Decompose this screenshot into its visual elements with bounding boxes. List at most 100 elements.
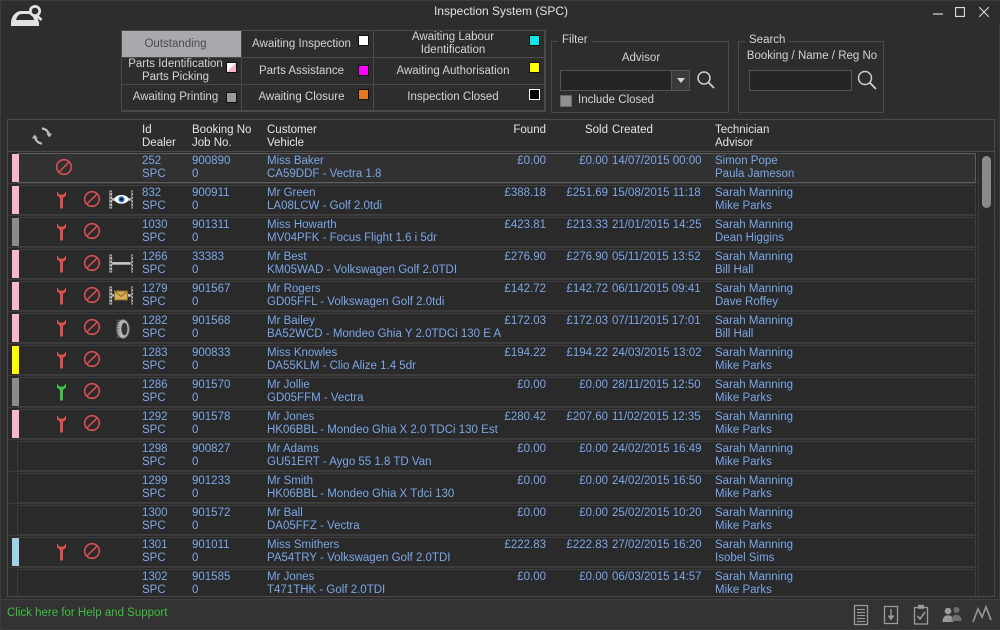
clock-red-icon[interactable] — [55, 158, 73, 181]
title-bar: Inspection System (SPC) — [1, 1, 1000, 24]
document-list-icon[interactable] — [851, 603, 873, 627]
cell-customer-vehicle: Mr Jollie GD05FFM - Vectra — [267, 379, 364, 405]
chevron-down-icon[interactable] — [671, 71, 689, 90]
clock-red-icon[interactable] — [83, 286, 101, 309]
column-header-found[interactable]: Found — [488, 124, 546, 137]
table-row[interactable]: 1299 SPC901233 0Mr Smith HK06BBL - Monde… — [8, 472, 994, 504]
wrench-red-icon[interactable] — [55, 318, 68, 343]
table-row[interactable]: 1286 SPC901570 0Mr Jollie GD05FFM - Vect… — [8, 376, 994, 408]
table-row[interactable]: 1302 SPC901585 0Mr Jones T471THK - Golf … — [8, 568, 994, 597]
filmstrip-eye-icon[interactable] — [109, 190, 133, 214]
column-header-id[interactable]: Id Dealer — [142, 124, 176, 150]
tab-awaiting-closure[interactable]: Awaiting Closure — [241, 84, 374, 111]
tab-parts-identification-picking[interactable]: Parts Identification Parts Picking — [121, 57, 242, 85]
cell-id-dealer: 1298 SPC — [142, 443, 168, 469]
people-icon[interactable] — [941, 603, 963, 627]
tab-awaiting-authorisation[interactable]: Awaiting Authorisation — [373, 57, 545, 85]
cell-found: £222.83 — [488, 539, 546, 552]
search-icon[interactable] — [856, 69, 878, 96]
tab-parts-assistance[interactable]: Parts Assistance — [241, 57, 374, 85]
table-row[interactable]: 1030 SPC901311 0Miss Howarth MV04PFK - F… — [8, 216, 994, 248]
cell-technician-advisor: Sarah Manning Mike Parks — [715, 507, 793, 533]
cell-created: 27/02/2015 16:20 — [612, 539, 702, 552]
download-box-icon[interactable] — [881, 603, 903, 627]
clock-red-icon[interactable] — [83, 542, 101, 565]
advisor-combobox[interactable] — [560, 70, 690, 91]
table-row[interactable]: 832 SPC900911 0Mr Green LA08LCW - Golf 2… — [8, 184, 994, 216]
column-header-technician[interactable]: Technician Advisor — [715, 124, 769, 150]
tab-outstanding[interactable]: Outstanding — [121, 30, 242, 58]
column-header-customer[interactable]: Customer Vehicle — [267, 124, 317, 150]
tyre-icon[interactable] — [111, 318, 133, 345]
clock-red-icon[interactable] — [83, 350, 101, 373]
tab-awaiting-labour-identification[interactable]: Awaiting Labour Identification — [373, 30, 545, 58]
maximize-button[interactable] — [949, 3, 971, 21]
clock-red-icon[interactable] — [83, 190, 101, 213]
clock-red-icon[interactable] — [83, 254, 101, 277]
wrench-red-icon[interactable] — [55, 542, 68, 567]
filmstrip-icon[interactable] — [109, 254, 133, 278]
row-status-colour-bar — [12, 282, 19, 310]
wrench-red-icon[interactable] — [55, 222, 68, 247]
chart-zigzag-icon[interactable] — [971, 603, 993, 627]
column-header-sold[interactable]: Sold — [556, 124, 608, 137]
wrench-green-icon[interactable] — [55, 382, 68, 407]
table-row[interactable]: 1292 SPC901578 0Mr Jones HK06BBL - Monde… — [8, 408, 994, 440]
cell-sold: £0.00 — [556, 475, 608, 488]
cell-sold: £172.03 — [556, 315, 608, 328]
scrollbar-thumb[interactable] — [982, 156, 991, 208]
swatch-awaiting-closure — [358, 89, 369, 100]
status-bar: Click here for Help and Support — [1, 599, 1000, 629]
cell-created: 14/07/2015 00:00 — [612, 155, 702, 168]
row-status-colour-bar — [12, 218, 19, 246]
clock-red-icon[interactable] — [83, 222, 101, 245]
cell-sold: £251.69 — [556, 187, 608, 200]
tab-awaiting-printing[interactable]: Awaiting Printing — [121, 84, 242, 111]
cell-sold: £213.33 — [556, 219, 608, 232]
advisor-search-icon[interactable] — [696, 70, 716, 95]
table-row[interactable]: 1300 SPC901572 0Mr Ball DA05FFZ - Vectra… — [8, 504, 994, 536]
table-row[interactable]: 1301 SPC901011 0Miss Smithers PA54TRY - … — [8, 536, 994, 568]
wrench-red-icon[interactable] — [55, 350, 68, 375]
cell-customer-vehicle: Mr Jones T471THK - Golf 2.0TDI — [267, 571, 385, 597]
clock-red-icon[interactable] — [83, 318, 101, 341]
clipboard-check-icon[interactable] — [911, 603, 933, 627]
search-input[interactable] — [749, 70, 852, 91]
table-row[interactable]: 1279 SPC901567 0Mr Rogers GD05FFL - Volk… — [8, 280, 994, 312]
column-header-booking[interactable]: Booking No Job No. — [192, 124, 251, 150]
table-row[interactable]: 1282 SPC901568 0Mr Bailey BA52WCD - Mond… — [8, 312, 994, 344]
wrench-red-icon[interactable] — [55, 190, 68, 215]
cell-booking-job: 901233 0 — [192, 475, 230, 501]
cell-technician-advisor: Sarah Manning Mike Parks — [715, 571, 793, 597]
tab-inspection-closed[interactable]: Inspection Closed — [373, 84, 545, 111]
minimize-button[interactable] — [927, 3, 949, 21]
cell-technician-advisor: Simon Pope Paula Jameson — [715, 155, 794, 181]
filter-panel: Filter Advisor Include Closed — [551, 41, 729, 113]
close-button[interactable] — [973, 3, 995, 21]
search-panel: Search Booking / Name / Reg No — [738, 41, 884, 113]
column-header-created[interactable]: Created — [612, 124, 653, 137]
clock-red-icon[interactable] — [83, 382, 101, 405]
wrench-red-icon[interactable] — [55, 286, 68, 311]
vertical-scrollbar[interactable] — [978, 153, 993, 596]
cell-id-dealer: 1299 SPC — [142, 475, 168, 501]
cell-created: 24/02/2015 16:50 — [612, 475, 702, 488]
filmstrip-envelope-icon[interactable] — [109, 286, 133, 310]
wrench-red-icon[interactable] — [55, 414, 68, 439]
table-row[interactable]: 1298 SPC900827 0Mr Adams GU51ERT - Aygo … — [8, 440, 994, 472]
tab-awaiting-inspection[interactable]: Awaiting Inspection — [241, 30, 374, 58]
table-row[interactable]: 252 SPC900890 0Miss Baker CA59DDF - Vect… — [8, 152, 994, 184]
help-and-support-link[interactable]: Click here for Help and Support — [7, 607, 167, 619]
wrench-red-icon[interactable] — [55, 254, 68, 279]
cell-sold: £207.60 — [556, 411, 608, 424]
cell-found: £0.00 — [488, 443, 546, 456]
cell-customer-vehicle: Mr Rogers GD05FFL - Volkswagen Golf 2.0t… — [267, 283, 444, 309]
include-closed-checkbox[interactable] — [560, 95, 572, 107]
cell-found: £280.42 — [488, 411, 546, 424]
table-row[interactable]: 1266 SPC33383 0Mr Best KM05WAD - Volkswa… — [8, 248, 994, 280]
refresh-icon[interactable] — [31, 125, 53, 152]
cell-customer-vehicle: Miss Knowles DA55KLM - Clio Alize 1.4 5d… — [267, 347, 416, 373]
table-row[interactable]: 1283 SPC900833 0Miss Knowles DA55KLM - C… — [8, 344, 994, 376]
clock-red-icon[interactable] — [83, 414, 101, 437]
cell-technician-advisor: Sarah Manning Mike Parks — [715, 347, 793, 373]
